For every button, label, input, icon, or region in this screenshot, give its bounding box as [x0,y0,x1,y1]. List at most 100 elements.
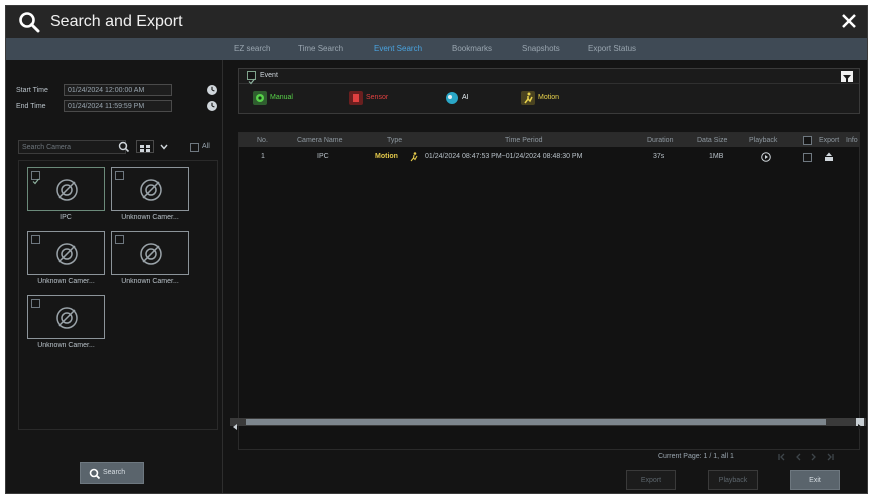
tab-time-search[interactable]: Time Search [298,44,343,53]
table-header: No. Camera Name Type Time Period Duratio… [239,133,859,147]
start-time-input[interactable]: 01/24/2024 12:00:00 AM [64,84,172,96]
search-icon[interactable] [118,141,130,153]
page-info: Current Page: 1 / 1, all 1 [658,453,734,460]
event-type-label: Motion [538,94,560,101]
col-type: Type [387,137,403,144]
layout-grid-select[interactable] [136,140,154,153]
camera-card[interactable] [27,231,105,275]
tab-event-search[interactable]: Event Search [374,44,422,53]
export-icon[interactable] [824,152,834,162]
camera-checkbox[interactable] [31,235,40,244]
col-camera-name: Camera Name [297,137,343,144]
chevron-down-icon[interactable] [159,141,169,153]
scroll-right-icon[interactable] [856,418,864,430]
exit-button[interactable]: Exit [790,470,840,490]
horizontal-scrollbar[interactable] [230,418,866,430]
ai-icon [446,92,458,104]
camera-name: Unknown Camer... [121,278,179,285]
end-time-input[interactable]: 01/24/2024 11:59:59 PM [64,100,172,112]
arrow-left-icon [233,424,237,430]
arrow-right-icon [858,424,862,430]
all-label: All [202,143,210,150]
camera-checkbox[interactable] [115,235,124,244]
search-button-label: Search [103,469,126,476]
event-label: Event [260,72,278,79]
event-checkbox[interactable] [247,71,256,85]
event-filter-header: Event [239,69,859,85]
sensor-icon [349,91,363,105]
scrollbar-thumb[interactable] [246,419,826,425]
title-bar: Search and Export [6,6,867,38]
camera-thumbnail-icon [140,243,162,265]
clock-icon[interactable] [206,84,218,96]
left-panel: Start Time 01/24/2024 12:00:00 AM End Ti… [6,60,223,493]
tab-snapshots[interactable]: Snapshots [522,44,560,53]
select-all-checkbox[interactable] [803,136,812,145]
table-row[interactable]: 1 IPC Motion 01/24/2024 08:47:53 PM~01/2… [239,150,859,164]
cell-camera: IPC [317,153,329,160]
camera-thumbnail-icon [56,243,78,265]
search-icon [89,468,101,480]
camera-name: IPC [60,214,72,221]
export-button-label: Export [640,477,662,484]
camera-thumbnail-icon [56,179,78,201]
tab-ez-search[interactable]: EZ search [234,44,270,53]
export-button[interactable]: Export [626,470,676,490]
checkmark-icon [248,78,255,85]
last-page-icon[interactable] [824,452,836,462]
end-time-label: End Time [16,103,46,110]
start-time-label: Start Time [16,87,48,94]
playback-button-label: Playback [718,477,748,484]
all-checkbox[interactable] [190,143,199,152]
first-page-icon[interactable] [776,452,788,462]
camera-card[interactable] [111,167,189,211]
search-export-window: Search and Export EZ search Time Search … [5,5,868,494]
event-type-label: Sensor [366,94,389,101]
tab-export-status[interactable]: Export Status [588,44,636,53]
camera-checkbox[interactable] [115,171,124,180]
event-type-label: AI [462,94,469,101]
manual-icon [253,91,267,105]
camera-search-bar: Search Camera All [18,140,218,154]
grid-icon [140,145,150,152]
main-panel: Event Manual Sensor AI Motion No. Camera… [230,60,867,493]
clock-icon[interactable] [206,100,218,112]
playback-button[interactable]: Playback [708,470,758,490]
col-time-period: Time Period [505,137,543,144]
camera-name: Unknown Camer... [37,342,95,349]
camera-checkbox[interactable] [31,171,40,185]
camera-card[interactable] [27,167,105,211]
prev-page-icon[interactable] [792,452,804,462]
camera-name: Unknown Camer... [37,278,95,285]
col-duration: Duration [647,137,674,144]
play-icon[interactable] [761,152,771,162]
cell-time-period: 01/24/2024 08:47:53 PM~01/24/2024 08:48:… [425,153,583,160]
next-page-icon[interactable] [808,452,820,462]
col-data-size: Data Size [697,137,728,144]
camera-thumbnail-icon [56,307,78,329]
funnel-icon [843,75,851,82]
camera-search-input[interactable]: Search Camera [18,140,126,154]
col-playback: Playback [749,137,778,144]
filter-icon[interactable] [841,71,853,82]
col-export: Export [819,137,840,144]
scroll-left-icon[interactable] [231,418,239,430]
tab-bookmarks[interactable]: Bookmarks [452,44,492,53]
event-filter-box: Event Manual Sensor AI Motion [238,68,860,114]
camera-card[interactable] [111,231,189,275]
motion-icon [521,91,535,105]
close-icon[interactable] [839,11,859,31]
window-title: Search and Export [50,13,183,30]
row-checkbox[interactable] [803,153,812,162]
camera-card[interactable] [27,295,105,339]
search-button[interactable]: Search [80,462,144,484]
event-type-label: Manual [270,94,293,101]
col-no: No. [257,137,268,144]
results-table: No. Camera Name Type Time Period Duratio… [238,132,860,450]
camera-checkbox[interactable] [31,299,40,308]
camera-name: Unknown Camer... [121,214,179,221]
cell-no: 1 [261,153,265,160]
camera-thumbnail-icon [140,179,162,201]
cell-duration: 37s [653,153,665,160]
col-info: Info [846,137,858,144]
